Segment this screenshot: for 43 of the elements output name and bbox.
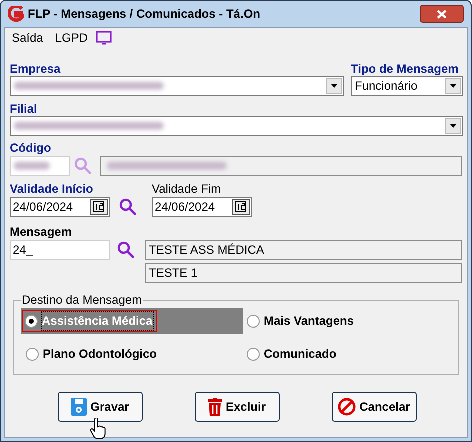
dropdown-field[interactable] [10,76,344,96]
close-icon [437,10,447,18]
code-field[interactable] [10,156,70,176]
window-title: FLP - Mensagens / Comunicados - Tá.On [28,6,260,23]
caret-icon [450,124,456,128]
dropdown-button[interactable] [445,118,461,134]
dropdown-field[interactable]: Funcionário [351,76,463,96]
caret-icon [330,84,338,88]
dropdown-field[interactable] [10,116,463,136]
field-label: Tipo de Mensagem [351,62,460,76]
save-button[interactable]: Gravar [58,392,142,422]
field-label: Mensagem [10,225,74,239]
radio-option[interactable]: Plano Odontológico [23,343,161,365]
message-code-field[interactable]: 24_ [10,240,110,260]
field-label: Validade Início [10,182,94,196]
app-logo-icon [8,6,24,22]
calendar-icon[interactable] [90,199,108,215]
dropdown-button[interactable] [326,78,342,94]
cancel-button[interactable]: Cancelar [332,392,416,422]
close-button[interactable] [420,5,464,23]
menu-item[interactable]: Saída [12,29,44,47]
field-label: Filial [10,102,38,116]
search-icon[interactable] [119,198,137,216]
floppy-icon [70,398,87,416]
monitor-icon[interactable] [96,31,112,45]
date-field[interactable]: 24/06/2024 [152,197,252,217]
trash-icon [208,398,222,416]
radio-option[interactable]: Comunicado [244,343,341,365]
hand-cursor-icon [90,418,108,440]
caret-icon [450,84,456,88]
field-label: Código [10,141,52,155]
group-title: Destino da Mensagem [21,293,144,307]
radio-option[interactable]: Mais Vantagens [244,310,358,332]
dropdown-button[interactable] [445,78,461,94]
field-label: Empresa [10,62,62,76]
search-icon[interactable] [117,241,135,259]
calendar-icon[interactable] [232,199,250,215]
menu-item[interactable]: LGPD [55,29,88,47]
no-entry-icon [338,398,356,416]
radio-option[interactable]: Assistência Médica [22,310,157,332]
delete-button[interactable]: Excluir [194,392,280,422]
date-field[interactable]: 24/06/2024 [10,197,110,217]
field-label: Validade Fim [152,182,222,196]
